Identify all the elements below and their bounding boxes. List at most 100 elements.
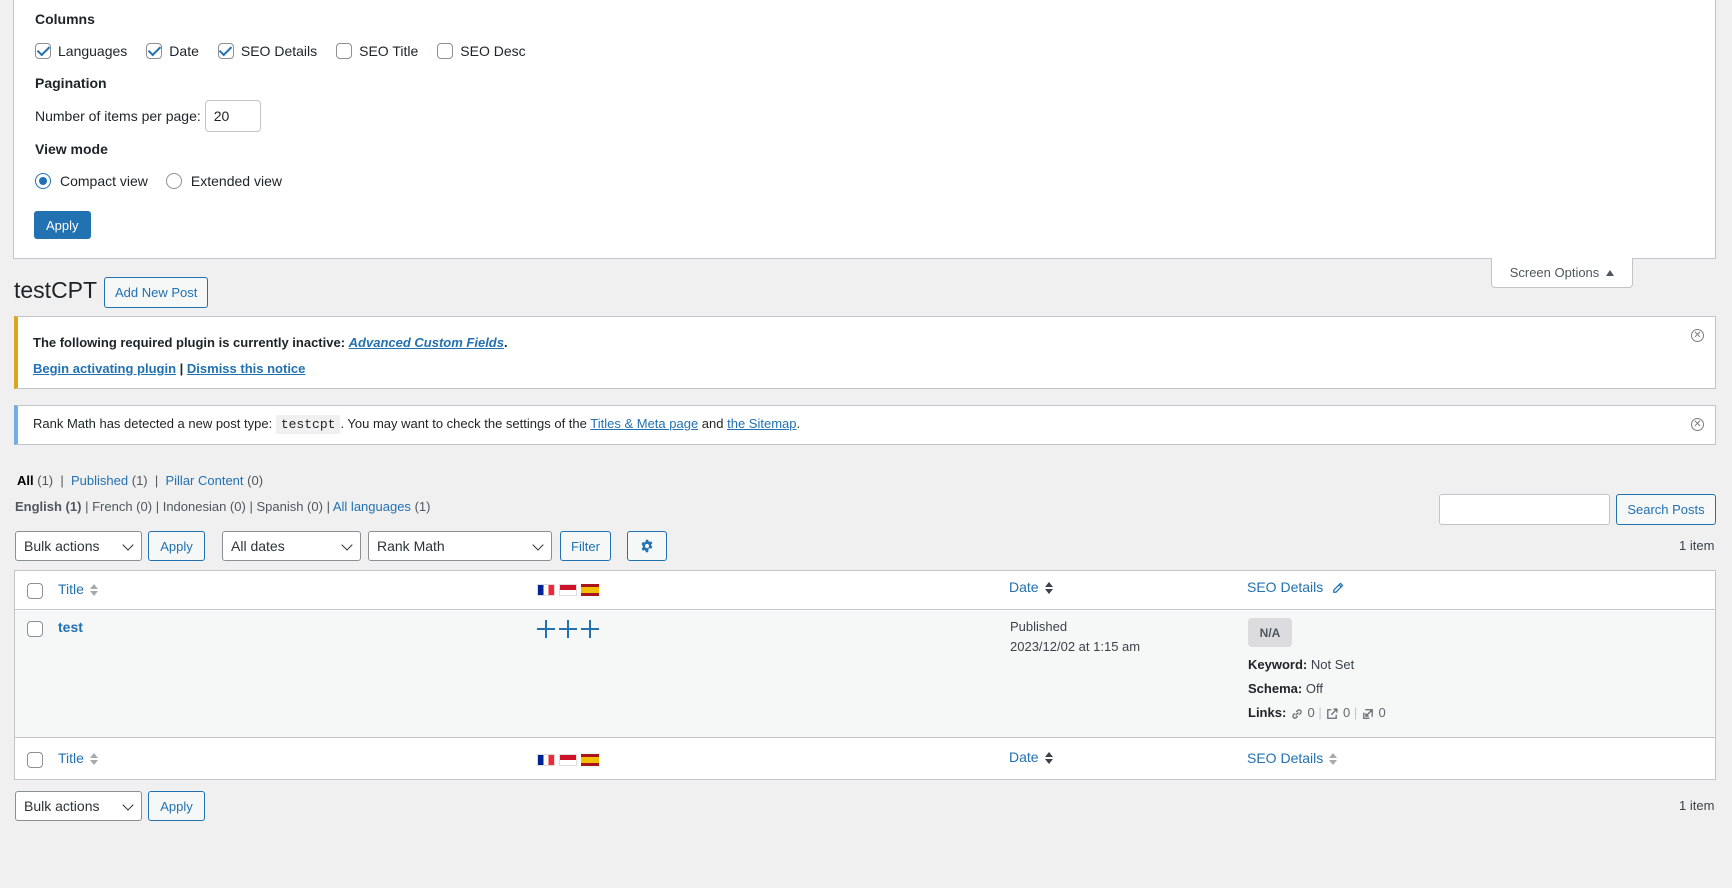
flag-fr-icon [537,754,555,767]
flag-es-icon [581,584,599,597]
column-option-seo-title[interactable]: SEO Title [336,43,418,59]
chevron-down-icon [532,539,544,551]
flag-id-icon [559,584,577,597]
sort-icon [89,584,98,597]
checkbox-languages[interactable] [35,43,51,59]
dismiss-icon[interactable]: ✕ [1691,418,1704,431]
items-count-top: 1 item [1679,538,1715,553]
column-option-seo-details[interactable]: SEO Details [217,43,317,59]
lang-filter-indonesian[interactable]: Indonesian (0) [163,499,246,514]
begin-activating-link[interactable]: Begin activating plugin [33,361,176,376]
column-footer-seo-details[interactable]: SEO Details [1247,750,1338,766]
checkbox-seo-details[interactable] [217,43,234,59]
flag-fr-icon [537,584,555,597]
lang-filter-all[interactable]: All languages [333,499,411,514]
view-mode-options: Compact view Extended view [35,173,301,189]
status-filters: All (1) | Published (1) | Pillar Content… [17,473,264,488]
post-type-code: testcpt [275,415,341,434]
bulk-apply-button-top[interactable]: Apply [148,531,205,561]
notice-required-plugin: The following required plugin is current… [14,316,1716,389]
rank-math-settings-button[interactable] [627,531,667,561]
bulk-actions-select-bottom[interactable]: Bulk actions [15,791,142,821]
column-option-date[interactable]: Date [146,43,199,59]
radio-compact-view[interactable] [35,173,51,189]
bulk-apply-button-bottom[interactable]: Apply [148,791,205,821]
incoming-link-icon [1363,708,1373,719]
post-status: Published [1010,619,1068,634]
post-title-link[interactable]: test [58,619,83,635]
per-page-label: Number of items per page: [35,108,201,124]
chevron-down-icon [341,539,353,551]
notice-plugin-text: The following required plugin is current… [33,335,508,350]
column-footer-title[interactable]: Title [58,750,98,766]
sort-icon [1044,582,1053,595]
columns-options: Languages Date SEO Details SEO Title SEO… [35,43,545,59]
select-all-checkbox-footer[interactable] [27,752,43,768]
dismiss-icon[interactable]: ✕ [1691,329,1704,342]
column-header-date[interactable]: Date [1009,579,1053,595]
sort-icon [1044,752,1053,765]
column-header-seo-details[interactable]: SEO Details [1247,579,1345,595]
sort-icon [1329,753,1338,766]
items-count-bottom: 1 item [1679,798,1715,813]
column-header-languages [537,581,603,597]
table-header-row [15,571,1715,610]
screen-options-tab[interactable]: Screen Options [1491,258,1633,288]
screen-options-panel: Columns Languages Date SEO Details SEO T… [13,0,1716,259]
page-title: testCPT [14,277,98,303]
search-posts-button[interactable]: Search Posts [1616,494,1716,525]
column-option-languages[interactable]: Languages [35,43,127,59]
filter-all[interactable]: All [17,473,34,488]
select-all-checkbox[interactable] [27,583,43,599]
add-new-post-button[interactable]: Add New Post [104,277,209,308]
row-checkbox[interactable] [27,621,43,637]
search-input[interactable] [1439,494,1610,525]
lang-filter-french[interactable]: French (0) [92,499,152,514]
add-translation-fr-icon[interactable] [537,620,555,638]
filter-pillar-content[interactable]: Pillar Content [165,473,243,488]
bulk-actions-select-top[interactable]: Bulk actions [15,531,142,561]
external-link-icon [1327,708,1338,719]
view-mode-compact[interactable]: Compact view [35,173,148,189]
chevron-down-icon [122,539,134,551]
dismiss-notice-link[interactable]: Dismiss this notice [187,361,305,376]
caret-up-icon [1606,269,1615,276]
notice-plugin-actions: Begin activating plugin | Dismiss this n… [33,361,306,376]
language-filters: English (1) | French (0) | Indonesian (0… [15,499,431,514]
column-footer-date[interactable]: Date [1009,749,1053,765]
add-translation-id-icon[interactable] [559,620,577,638]
checkbox-seo-desc[interactable] [437,43,454,59]
checkbox-date[interactable] [146,43,163,59]
filter-button[interactable]: Filter [560,531,611,561]
seo-schema: Schema: Off [1248,681,1323,696]
column-footer-languages [537,751,603,767]
seo-links: Links: 0 | 0 | 0 [1248,705,1386,720]
notice-rankmath: Rank Math has detected a new post type: … [14,405,1716,445]
rank-math-select[interactable]: Rank Math [368,531,552,561]
sort-icon [89,753,98,766]
seo-score-badge: N/A [1248,618,1292,647]
screen-options-tab-label: Screen Options [1509,265,1600,280]
filter-published[interactable]: Published [71,473,128,488]
sitemap-link[interactable]: the Sitemap [727,416,796,431]
checkbox-seo-title[interactable] [336,43,353,59]
view-mode-extended[interactable]: Extended view [165,173,282,189]
column-header-title[interactable]: Title [58,581,98,597]
titles-meta-link[interactable]: Titles & Meta page [590,416,698,431]
posts-table [14,570,1716,780]
table-row [15,611,1715,738]
add-translation-es-icon[interactable] [581,620,599,638]
per-page-input[interactable] [204,100,261,132]
lang-filter-english[interactable]: English (1) [15,499,81,514]
lang-filter-spanish[interactable]: Spanish (0) [256,499,322,514]
pagination-heading: Pagination [35,75,107,91]
screen-options-apply-button[interactable]: Apply [34,211,91,239]
column-option-seo-desc[interactable]: SEO Desc [437,43,526,59]
acf-plugin-link[interactable]: Advanced Custom Fields [349,335,504,350]
pencil-icon[interactable] [1331,581,1345,595]
post-date: 2023/12/02 at 1:15 am [1010,639,1141,654]
dates-select[interactable]: All dates [222,531,361,561]
radio-extended-view[interactable] [165,173,182,189]
columns-heading: Columns [35,11,95,27]
flag-es-icon [581,754,599,767]
